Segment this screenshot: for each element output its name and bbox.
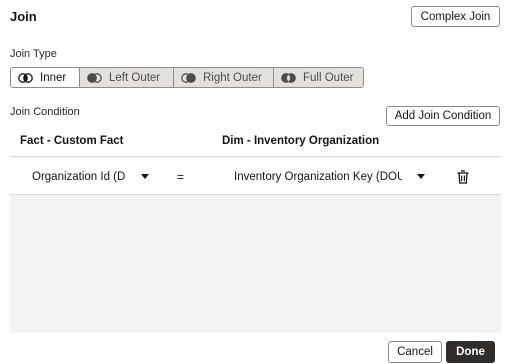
- chevron-down-icon[interactable]: [417, 174, 425, 179]
- join-type-inner[interactable]: Inner: [11, 68, 79, 87]
- add-join-condition-button[interactable]: Add Join Condition: [386, 106, 500, 126]
- join-type-left-outer[interactable]: Left Outer: [79, 68, 173, 87]
- left-outer-join-icon: [87, 72, 102, 83]
- join-type-right-outer-label: Right Outer: [203, 71, 262, 84]
- join-operator: =: [177, 170, 185, 184]
- dim-column-select[interactable]: Inventory Organization Key (DOUBLE): [234, 171, 402, 183]
- chevron-down-icon[interactable]: [141, 174, 149, 179]
- done-button[interactable]: Done: [446, 341, 495, 363]
- cancel-button[interactable]: Cancel: [388, 341, 442, 363]
- complex-join-button[interactable]: Complex Join: [411, 6, 500, 27]
- join-type-label: Join Type: [10, 48, 57, 60]
- table-header: Fact - Custom Fact Dim - Inventory Organ…: [10, 126, 501, 157]
- join-type-inner-label: Inner: [40, 71, 67, 84]
- table-row: Organization Id (DOUBLE) = Inventory Org…: [10, 158, 501, 195]
- column-header-fact: Fact - Custom Fact: [20, 135, 124, 147]
- right-outer-join-icon: [181, 72, 196, 83]
- trash-icon[interactable]: [457, 170, 469, 184]
- join-type-full-outer[interactable]: Full Outer: [273, 68, 363, 87]
- join-type-full-outer-label: Full Outer: [303, 71, 354, 84]
- dialog-title: Join: [10, 9, 37, 24]
- join-condition-table: Fact - Custom Fact Dim - Inventory Organ…: [10, 126, 501, 333]
- join-type-right-outer[interactable]: Right Outer: [173, 68, 273, 87]
- inner-join-icon: [18, 72, 33, 83]
- join-type-selector: Inner Left Outer Right Outer Full Outer: [10, 67, 364, 88]
- fact-column-select[interactable]: Organization Id (DOUBLE): [32, 171, 126, 183]
- full-outer-join-icon: [281, 72, 296, 83]
- join-type-left-outer-label: Left Outer: [109, 71, 161, 84]
- column-header-dim: Dim - Inventory Organization: [222, 135, 380, 147]
- join-condition-label: Join Condition: [10, 106, 80, 118]
